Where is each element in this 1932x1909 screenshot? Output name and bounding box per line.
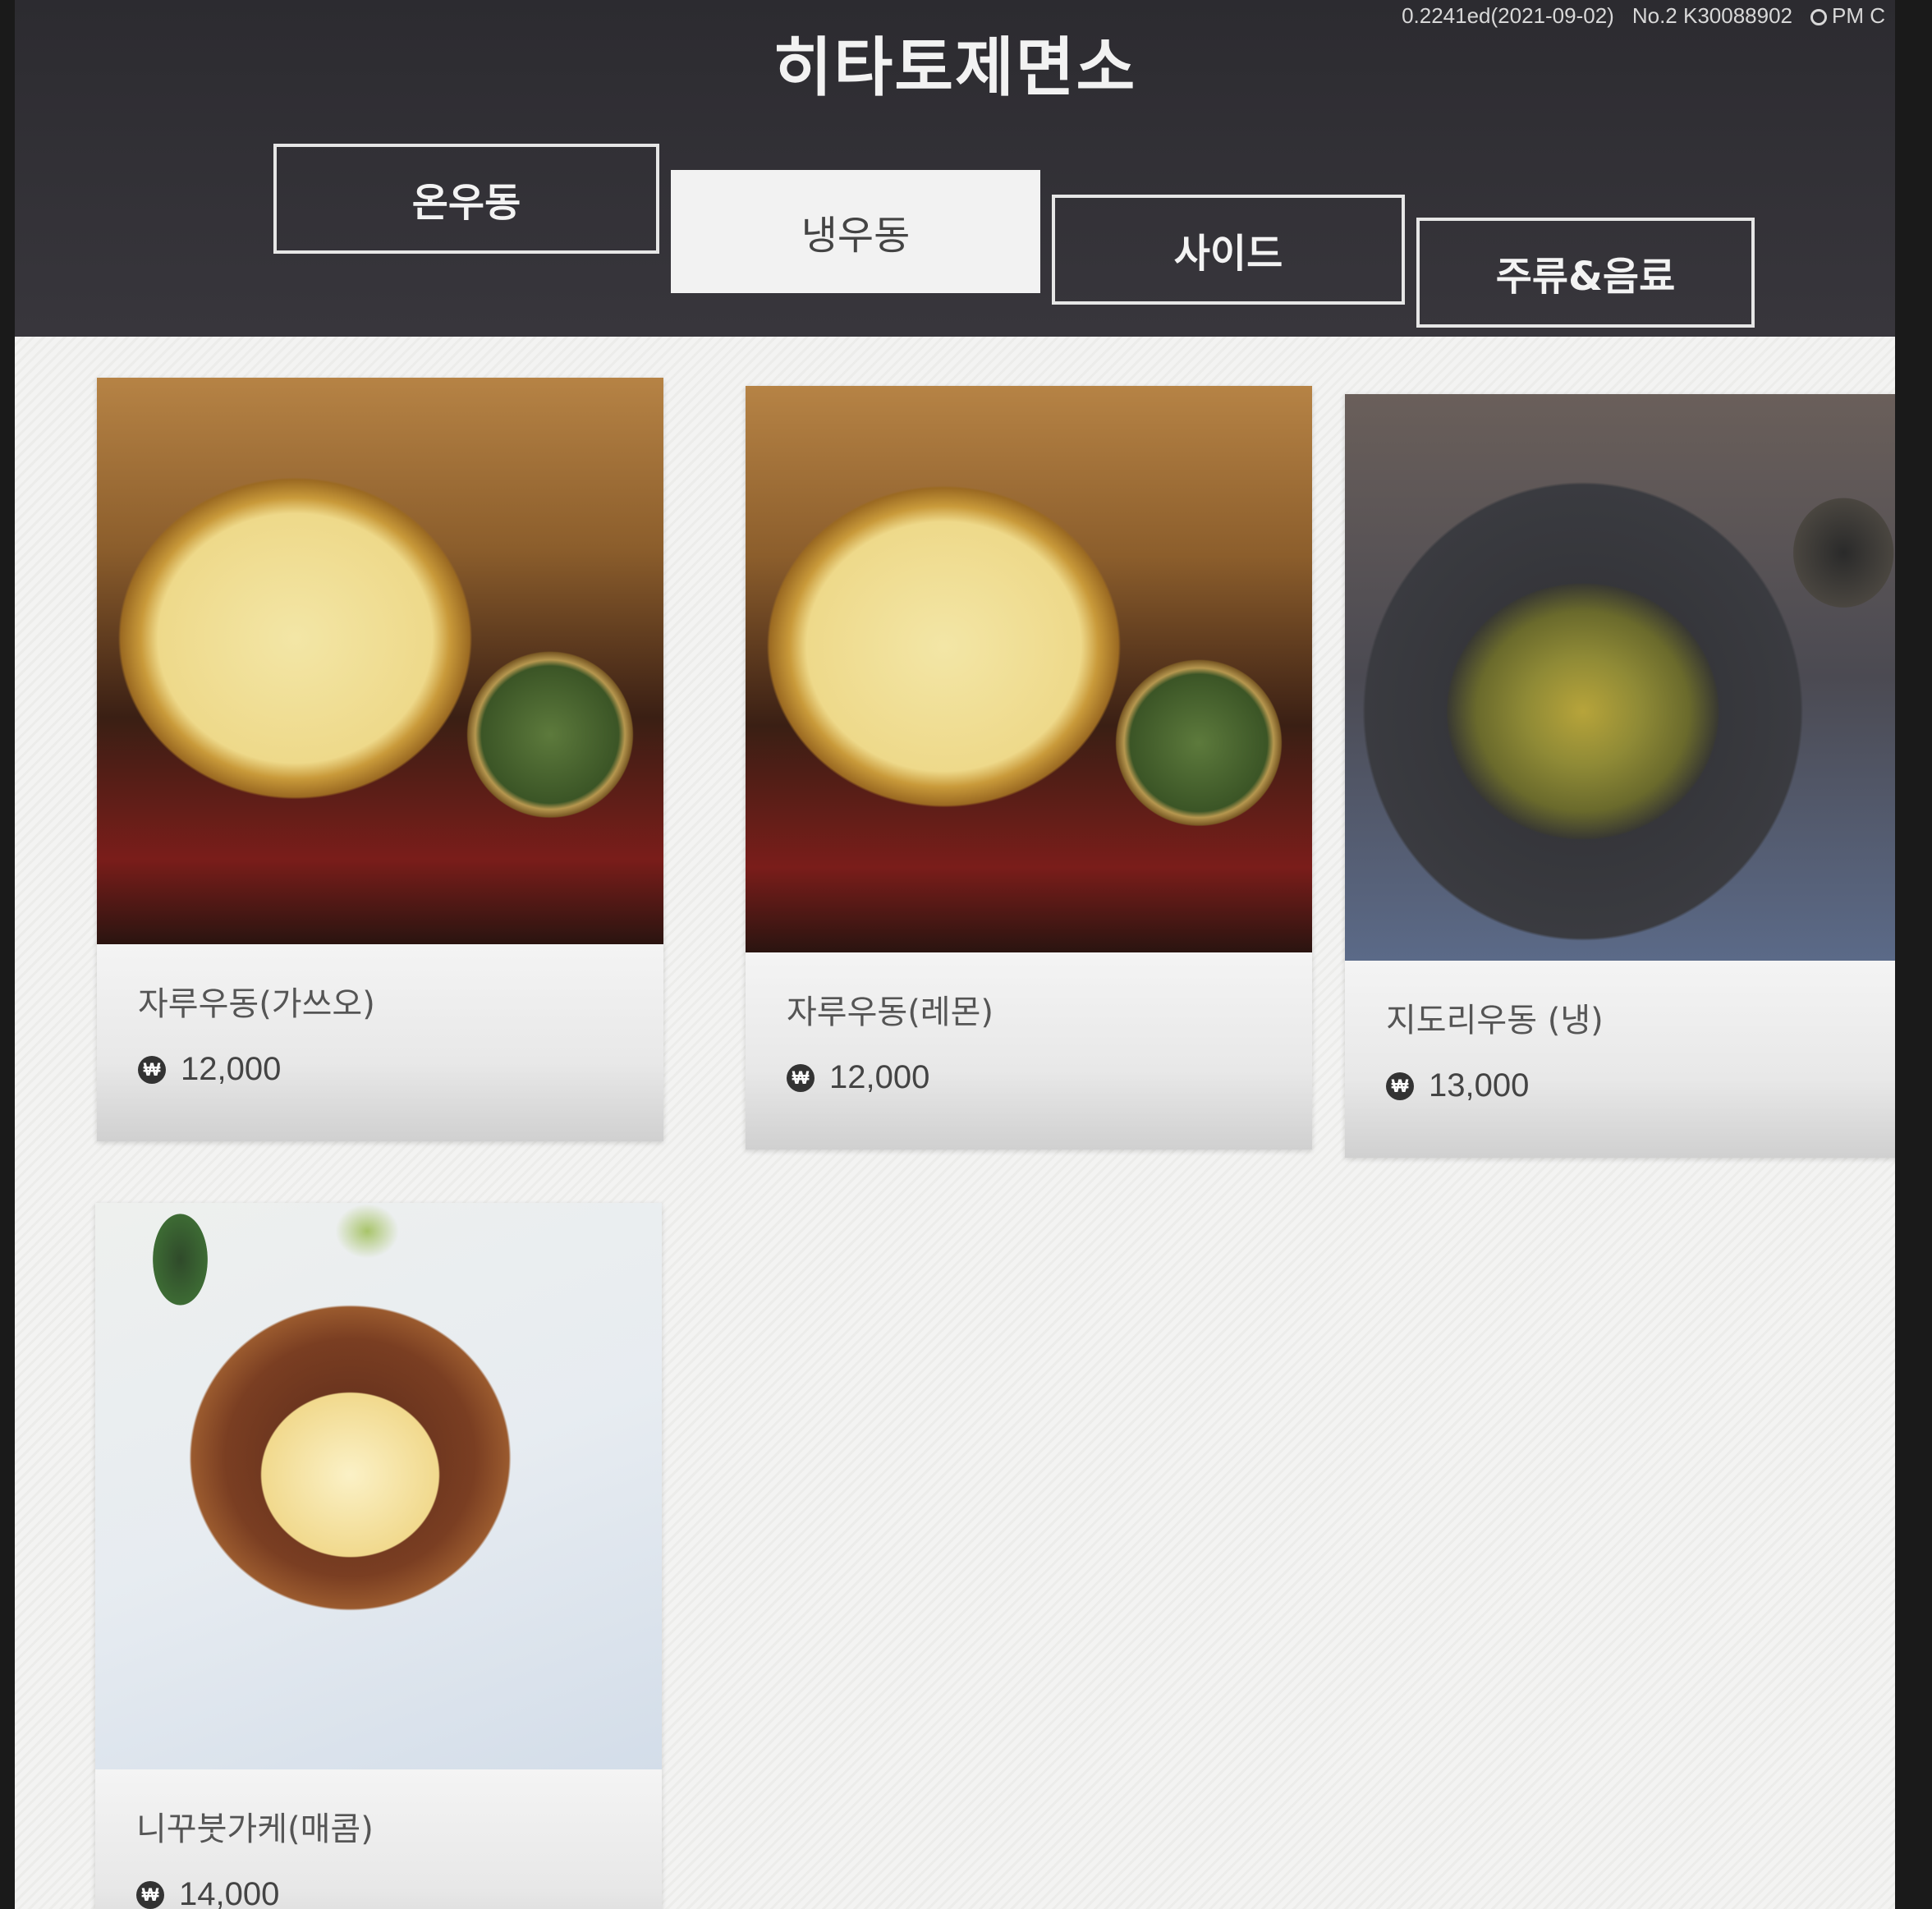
menu-item-name: 자루우동(가쓰오) [138,985,375,1023]
price-value: 13,000 [1429,1067,1530,1104]
menu-item-price: ₩ 13,000 [1386,1067,1529,1104]
menu-item-name: 지도리우동 (냉) [1386,1002,1604,1039]
niku-bukkake-photo [95,1203,662,1769]
tab-hot-udon[interactable]: 온우동 [273,144,659,254]
menu-card-info: 자루우동(가쓰오) ₩ 12,000 [97,944,663,1141]
won-icon: ₩ [1386,1072,1414,1100]
won-icon: ₩ [787,1063,815,1092]
price-value: 14,000 [179,1876,280,1909]
tab-cold-udon[interactable]: 냉우동 [671,170,1040,293]
jidori-udon-photo [1345,394,1895,961]
tab-drinks[interactable]: 주류&음료 [1416,218,1755,328]
zaru-udon-photo [746,386,1312,952]
menu-card[interactable]: 지도리우동 (냉) ₩ 13,000 [1345,394,1895,1158]
menu-item-price: ₩ 12,000 [787,1059,929,1096]
menu-card[interactable]: 자루우동(레몬) ₩ 12,000 [746,386,1312,1150]
won-icon: ₩ [138,1055,166,1084]
menu-card[interactable]: 자루우동(가쓰오) ₩ 12,000 [97,378,663,1141]
menu-card[interactable]: 니꾸붓가케(매콤) ₩ 14,000 [95,1203,662,1909]
won-icon: ₩ [136,1880,164,1909]
price-value: 12,000 [181,1051,282,1087]
tab-side[interactable]: 사이드 [1052,195,1405,305]
category-tabs: 온우동 냉우동 사이드 주류&음료 [273,144,1755,328]
menu-card-info: 지도리우동 (냉) ₩ 13,000 [1345,961,1895,1158]
menu-item-price: ₩ 12,000 [138,1051,281,1088]
header: 0.2241ed(2021-09-02) No.2 K30088902 PM C… [15,0,1895,337]
zaru-udon-photo [97,378,663,944]
store-title: 히타토제면소 [773,31,1137,105]
kiosk-screen: 0.2241ed(2021-09-02) No.2 K30088902 PM C… [15,0,1895,1909]
menu-item-name: 니꾸붓가케(매콤) [136,1810,374,1848]
menu-item-name: 자루우동(레몬) [787,994,994,1031]
menu-card-info: 니꾸붓가케(매콤) ₩ 14,000 [95,1769,662,1909]
menu-card-info: 자루우동(레몬) ₩ 12,000 [746,952,1312,1150]
menu-grid: 자루우동(가쓰오) ₩ 12,000 자루우동(레몬) ₩ 12,000 지도리… [15,337,1895,1909]
price-value: 12,000 [829,1059,930,1095]
menu-item-price: ₩ 14,000 [136,1876,279,1909]
